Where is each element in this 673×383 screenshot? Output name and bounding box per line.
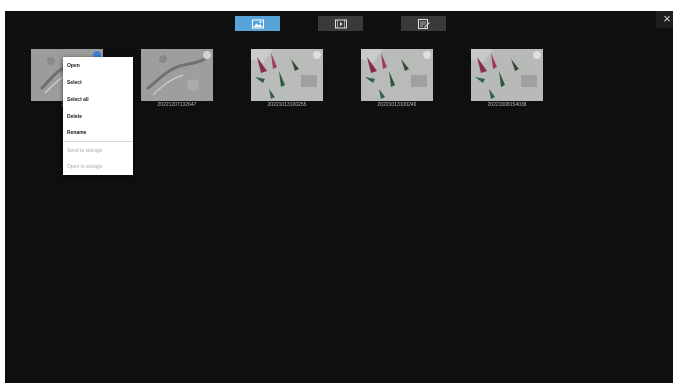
close-icon: × — [663, 11, 671, 26]
select-check-icon[interactable] — [423, 51, 431, 59]
thumbnail-item[interactable]: 20221008154038 — [471, 49, 543, 111]
menu-item-send-to-storage: Send to storage — [67, 148, 103, 154]
context-menu: Open Select Select all Delete Rename Sen… — [63, 57, 133, 175]
thumbnail-caption: 20221207132647 — [157, 102, 197, 108]
thumbnail-image — [361, 49, 433, 101]
menu-divider — [63, 141, 133, 142]
thumbnail-image — [141, 49, 213, 101]
thumbnail-caption: 20221013100255 — [267, 102, 307, 108]
gallery-window: × 20221207132647 20221013100255 20221013… — [5, 11, 673, 383]
close-button[interactable]: × — [656, 11, 673, 28]
tab-images[interactable] — [235, 16, 280, 31]
document-icon — [417, 18, 430, 29]
image-icon — [251, 19, 264, 28]
tab-videos[interactable] — [318, 16, 363, 31]
thumbnail-item[interactable]: 20221013100249 — [361, 49, 433, 111]
select-check-icon[interactable] — [313, 51, 321, 59]
menu-item-delete[interactable]: Delete — [63, 109, 133, 125]
menu-item-open[interactable]: Open — [63, 58, 133, 74]
menu-item-select[interactable]: Select — [63, 75, 133, 91]
menu-item-open-in-storage: Open in storage — [67, 164, 103, 170]
tab-documents[interactable] — [401, 16, 446, 31]
select-check-icon[interactable] — [203, 51, 211, 59]
thumbnail-image — [471, 49, 543, 101]
thumbnail-caption: 20221013100249 — [377, 102, 417, 108]
thumbnail-caption: 20221008154038 — [487, 102, 527, 108]
select-check-icon[interactable] — [533, 51, 541, 59]
thumbnail-image — [251, 49, 323, 101]
menu-item-select-all[interactable]: Select all — [63, 92, 133, 108]
video-icon — [334, 19, 347, 28]
menu-item-rename[interactable]: Rename — [63, 125, 133, 141]
thumbnail-item[interactable]: 20221013100255 — [251, 49, 323, 111]
thumbnail-item[interactable]: 20221207132647 — [141, 49, 213, 111]
